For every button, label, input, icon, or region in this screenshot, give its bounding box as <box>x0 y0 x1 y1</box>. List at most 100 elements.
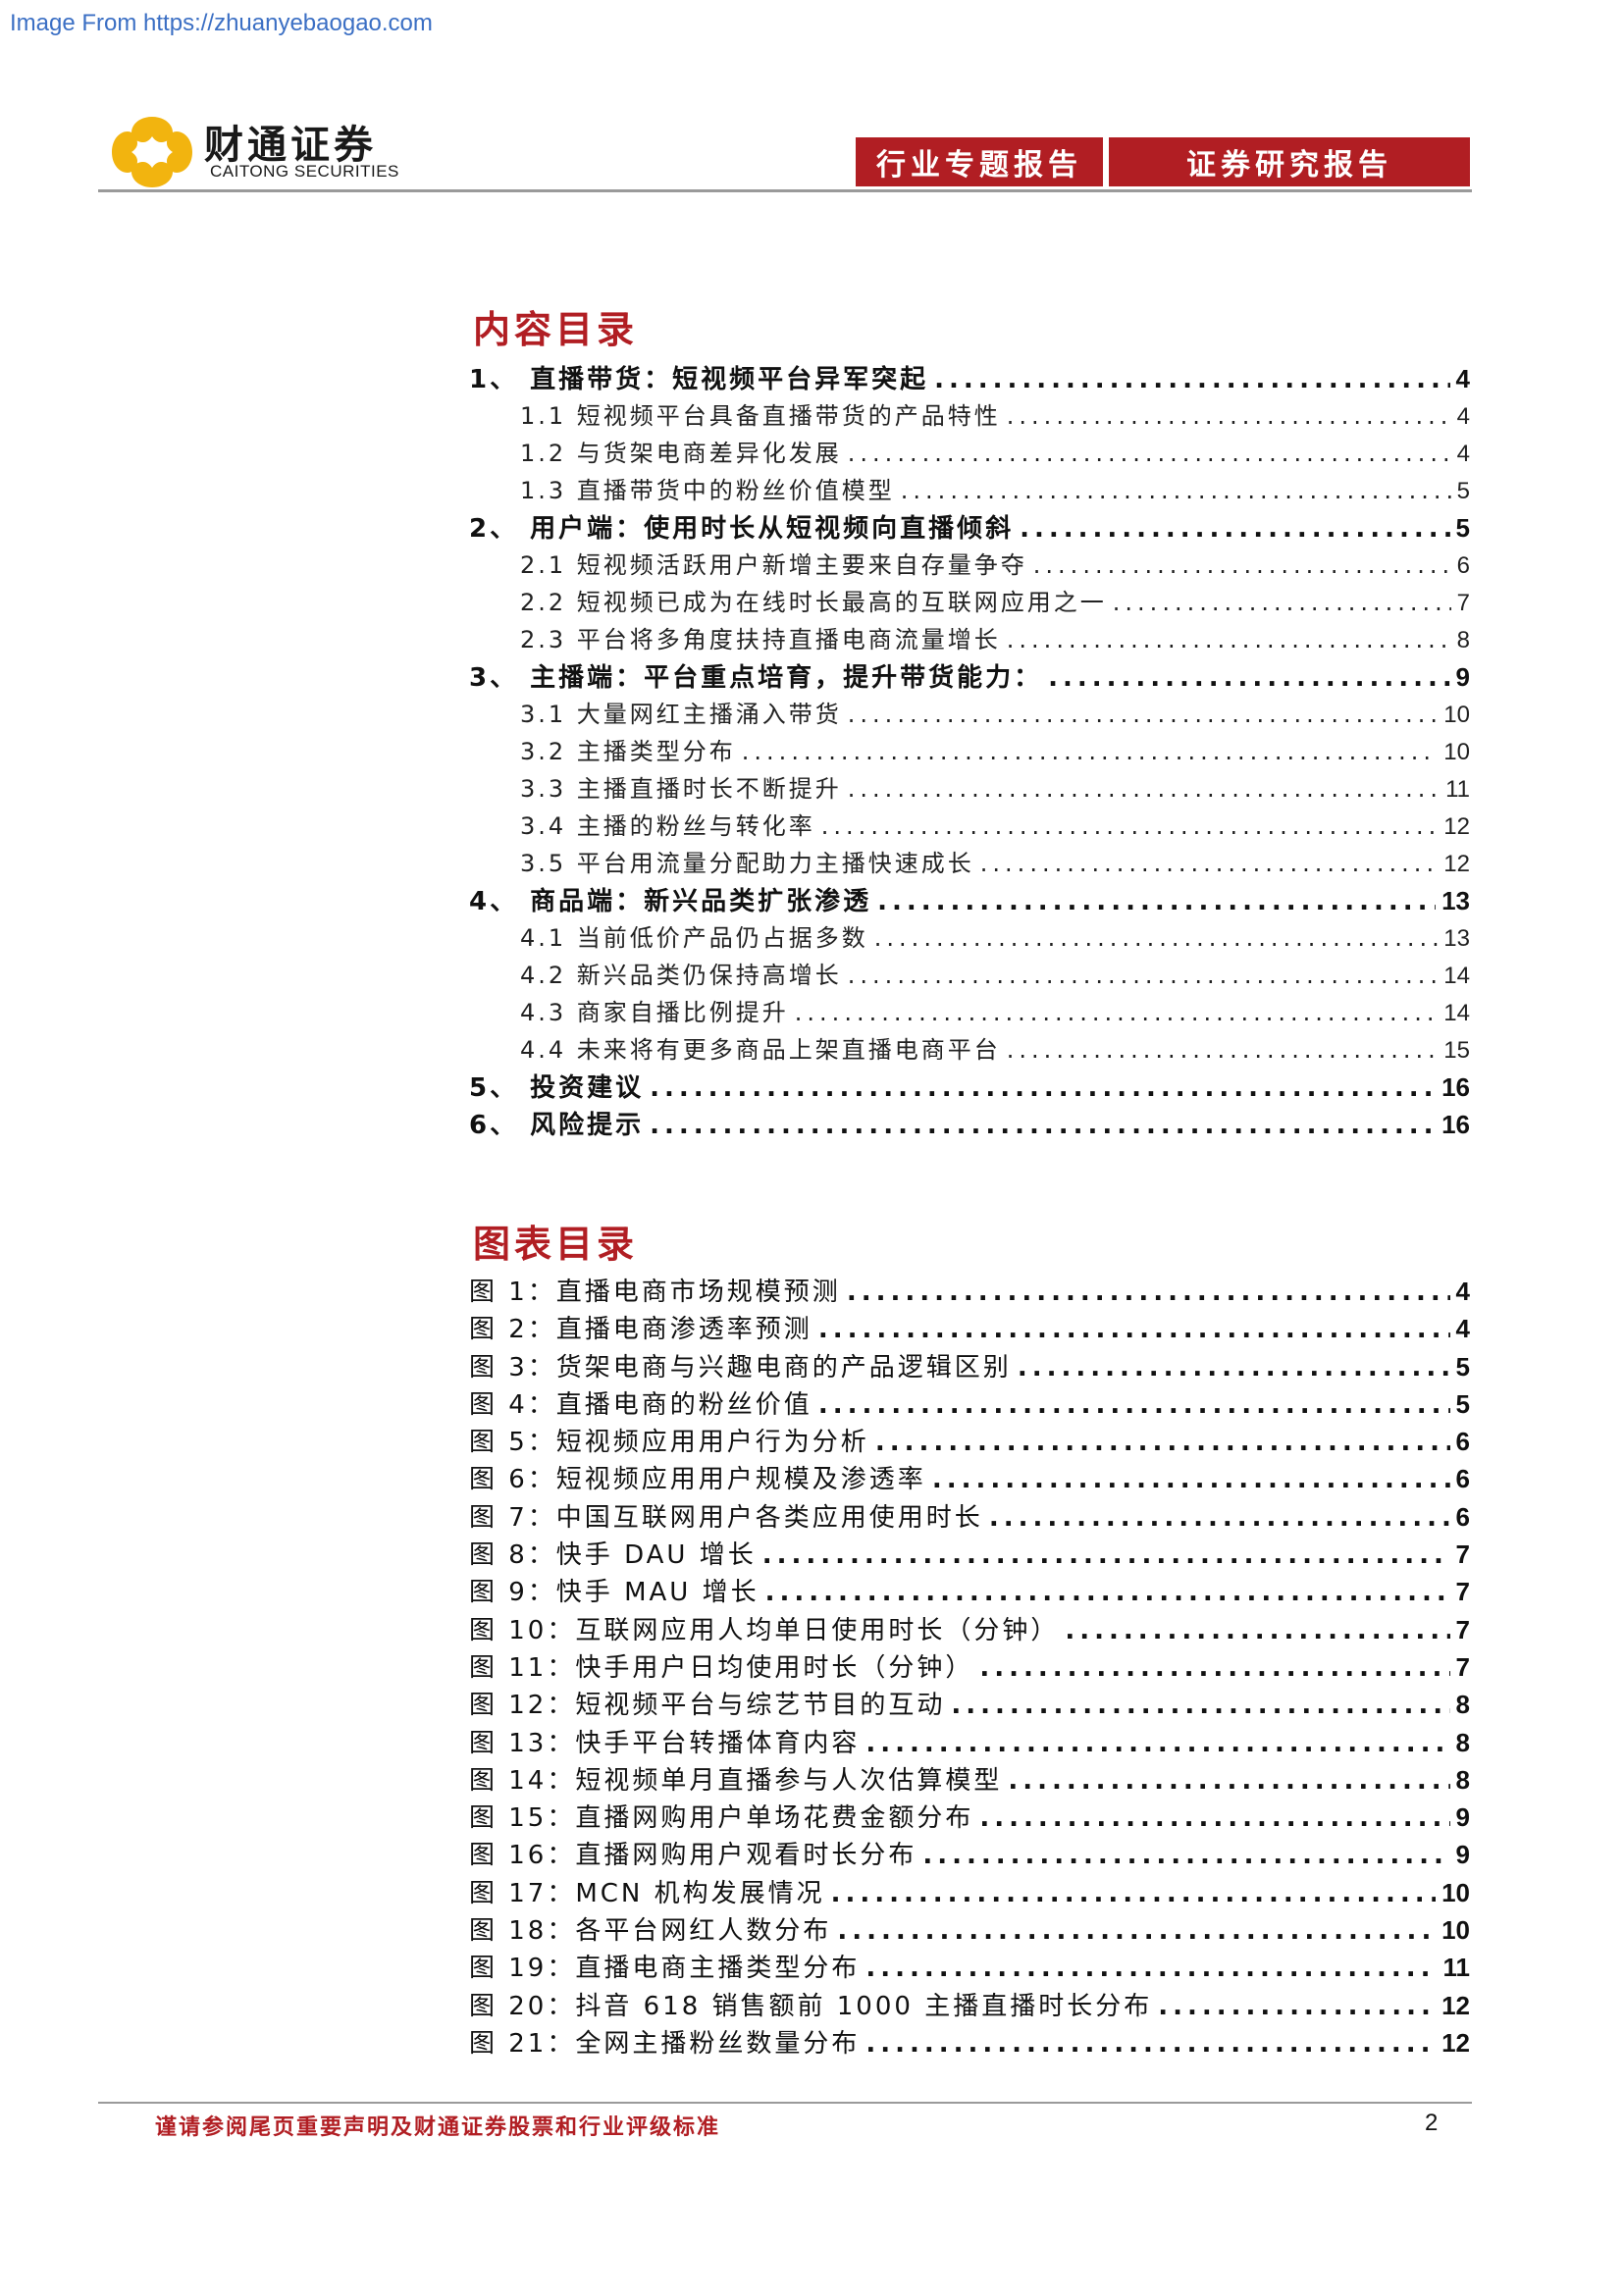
dot-leader <box>1007 1031 1439 1069</box>
dot-leader <box>848 696 1439 733</box>
toc-entry-page: 13 <box>1441 886 1470 915</box>
toc-subsection-entry[interactable]: 2.2 短视频已成为在线时长最高的互联网应用之一 7 <box>469 584 1470 621</box>
toc-entry-page: 12 <box>1443 813 1470 840</box>
dot-leader <box>979 1800 1449 1837</box>
toc-entry-label: 3、 主播端：平台重点培育，提升带货能力： <box>469 663 1043 693</box>
toc-subsection-entry[interactable]: 4.3 商家自播比例提升 14 <box>469 994 1470 1031</box>
figure-list-title: 图表目录 <box>473 1222 639 1266</box>
toc-subsection-entry[interactable]: 1.3 直播带货中的粉丝价值模型 5 <box>469 472 1470 509</box>
toc-entry-page: 14 <box>1443 1000 1470 1026</box>
toc-entry-page: 4 <box>1456 403 1470 430</box>
figure-entry-label: 图 13：快手平台转播体育内容 <box>469 1728 861 1758</box>
figure-entry-label: 图 10：互联网应用人均单日使用时长（分钟） <box>469 1615 1060 1645</box>
toc-section-entry[interactable]: 6、 风险提示 16 <box>469 1106 1470 1143</box>
figure-entry-page: 5 <box>1455 1351 1470 1382</box>
dot-leader <box>989 1499 1450 1537</box>
dot-leader <box>932 1461 1450 1498</box>
figure-entry-page: 5 <box>1455 1388 1470 1419</box>
figure-entry[interactable]: 图 21：全网主播粉丝数量分布 12 <box>469 2024 1470 2061</box>
toc-subsection-entry[interactable]: 3.1 大量网红主播涌入带货 10 <box>469 696 1470 733</box>
toc-entry-label: 1、 直播带货：短视频平台异军突起 <box>469 365 929 394</box>
toc-subsection-entry[interactable]: 3.5 平台用流量分配助力主播快速成长 12 <box>469 845 1470 882</box>
toc-entry-label: 3.3 主播直播时长不断提升 <box>520 775 842 803</box>
figure-entry-label: 图 15：直播网购用户单场花费金额分布 <box>469 1803 974 1834</box>
figure-entry[interactable]: 图 1：直播电商市场规模预测 4 <box>469 1273 1470 1310</box>
toc-subsection-entry[interactable]: 4.2 新兴品类仍保持高增长 14 <box>469 957 1470 994</box>
toc-subsection-entry[interactable]: 3.4 主播的粉丝与转化率 12 <box>469 808 1470 845</box>
toc-entry-page: 4 <box>1455 364 1470 393</box>
toc-section-entry[interactable]: 2、 用户端：使用时长从短视频向直播倾斜 5 <box>469 509 1470 547</box>
figure-entry[interactable]: 图 17：MCN 机构发展情况 10 <box>469 1874 1470 1911</box>
dot-leader <box>865 1725 1449 1762</box>
figure-entry-page: 6 <box>1455 1501 1470 1532</box>
footer-disclaimer: 谨请参阅尾页重要声明及财通证券股票和行业评级标准 <box>155 2114 721 2140</box>
header-divider <box>98 189 1472 192</box>
figure-entry[interactable]: 图 4：直播电商的粉丝价值 5 <box>469 1385 1470 1423</box>
figure-entry[interactable]: 图 13：快手平台转播体育内容 8 <box>469 1724 1470 1761</box>
toc-subsection-entry[interactable]: 2.1 短视频活跃用户新增主要来自存量争夺 6 <box>469 547 1470 584</box>
figure-entry-label: 图 6：短视频应用用户规模及渗透率 <box>469 1465 926 1495</box>
toc-subsection-entry[interactable]: 3.3 主播直播时长不断提升 11 <box>469 770 1470 808</box>
dot-leader <box>837 1912 1436 1950</box>
figure-entry[interactable]: 图 11：快手用户日均使用时长（分钟） 7 <box>469 1648 1470 1686</box>
report-category-tag: 行业专题报告 <box>856 137 1103 186</box>
dot-leader <box>979 1649 1449 1687</box>
figure-entry[interactable]: 图 8：快手 DAU 增长 7 <box>469 1536 1470 1573</box>
figure-entry-label: 图 5：短视频应用用户行为分析 <box>469 1428 869 1458</box>
toc-section-entry[interactable]: 4、 商品端：新兴品类扩张渗透 13 <box>469 882 1470 919</box>
figure-entry[interactable]: 图 14：短视频单月直播参与人次估算模型 8 <box>469 1761 1470 1799</box>
figure-entry[interactable]: 图 9：快手 MAU 增长 7 <box>469 1573 1470 1610</box>
figure-entry[interactable]: 图 5：短视频应用用户行为分析 6 <box>469 1423 1470 1460</box>
figure-entry-page: 7 <box>1455 1651 1470 1682</box>
dot-leader <box>1113 584 1451 621</box>
figure-entry-page: 12 <box>1441 2027 1470 2058</box>
toc-section-entry[interactable]: 5、 投资建议 16 <box>469 1069 1470 1106</box>
toc-subsection-entry[interactable]: 2.3 平台将多角度扶持直播电商流量增长 8 <box>469 621 1470 658</box>
figure-entry-label: 图 17：MCN 机构发展情况 <box>469 1878 825 1908</box>
toc-entry-label: 5、 投资建议 <box>469 1073 645 1103</box>
figure-entry[interactable]: 图 12：短视频平台与综艺节目的互动 8 <box>469 1686 1470 1723</box>
toc-section-entry[interactable]: 3、 主播端：平台重点培育，提升带货能力： 9 <box>469 658 1470 696</box>
figure-entry-page: 9 <box>1455 1802 1470 1833</box>
toc-subsection-entry[interactable]: 4.4 未来将有更多商品上架直播电商平台 15 <box>469 1031 1470 1069</box>
dot-leader <box>951 1687 1449 1724</box>
dot-leader <box>848 435 1451 472</box>
dot-leader <box>875 1424 1450 1461</box>
figure-entry[interactable]: 图 15：直播网购用户单场花费金额分布 9 <box>469 1799 1470 1836</box>
company-logo: 财通证券 CAITONG SECURITIES <box>108 113 422 191</box>
toc-entry-label: 6、 风险提示 <box>469 1111 645 1140</box>
dot-leader <box>650 1070 1436 1107</box>
figure-entry[interactable]: 图 20：抖音 618 销售额前 1000 主播直播时长分布 12 <box>469 1987 1470 2024</box>
toc-entry-label: 1.3 直播带货中的粉丝价值模型 <box>520 477 895 504</box>
figure-entry[interactable]: 图 3：货架电商与兴趣电商的产品逻辑区别 5 <box>469 1348 1470 1385</box>
figure-entry-page: 9 <box>1455 1840 1470 1870</box>
figure-entry[interactable]: 图 16：直播网购用户观看时长分布 9 <box>469 1836 1470 1873</box>
dot-leader <box>865 1950 1437 1987</box>
toc-section-entry[interactable]: 1、 直播带货：短视频平台异军突起 4 <box>469 360 1470 397</box>
figure-entry[interactable]: 图 6：短视频应用用户规模及渗透率 6 <box>469 1460 1470 1497</box>
dot-leader <box>847 1274 1450 1311</box>
dot-leader <box>818 1311 1450 1348</box>
figure-entry-page: 8 <box>1455 1764 1470 1795</box>
figure-entry-page: 4 <box>1455 1314 1470 1344</box>
dot-leader <box>1020 510 1449 548</box>
figure-entry[interactable]: 图 7：中国互联网用户各类应用使用时长 6 <box>469 1498 1470 1536</box>
toc-subsection-entry[interactable]: 3.2 主播类型分布 10 <box>469 733 1470 770</box>
toc-subsection-entry[interactable]: 1.1 短视频平台具备直播带货的产品特性 4 <box>469 397 1470 435</box>
figure-entry-label: 图 18：各平台网红人数分布 <box>469 1916 832 1947</box>
toc-entry-label: 3.2 主播类型分布 <box>520 738 736 765</box>
toc-entry-label: 3.5 平台用流量分配助力主播快速成长 <box>520 850 974 877</box>
figure-entry[interactable]: 图 2：直播电商渗透率预测 4 <box>469 1310 1470 1347</box>
figure-entry[interactable]: 图 10：互联网应用人均单日使用时长（分钟） 7 <box>469 1611 1470 1648</box>
watermark-link[interactable]: Image From https://zhuanyebaogao.com <box>10 10 433 37</box>
figure-entry[interactable]: 图 18：各平台网红人数分布 10 <box>469 1911 1470 1949</box>
toc-title: 内容目录 <box>473 307 639 351</box>
toc-entry-page: 10 <box>1443 702 1470 728</box>
toc-entry-page: 16 <box>1441 1110 1470 1139</box>
toc-subsection-entry[interactable]: 1.2 与货架电商差异化发展 4 <box>469 435 1470 472</box>
toc-subsection-entry[interactable]: 4.1 当前低价产品仍占据多数 13 <box>469 919 1470 957</box>
figure-entry[interactable]: 图 19：直播电商主播类型分布 11 <box>469 1949 1470 1986</box>
dot-leader <box>1048 659 1449 697</box>
figure-entry-label: 图 20：抖音 618 销售额前 1000 主播直播时长分布 <box>469 1991 1153 2021</box>
toc-entry-page: 16 <box>1441 1072 1470 1102</box>
